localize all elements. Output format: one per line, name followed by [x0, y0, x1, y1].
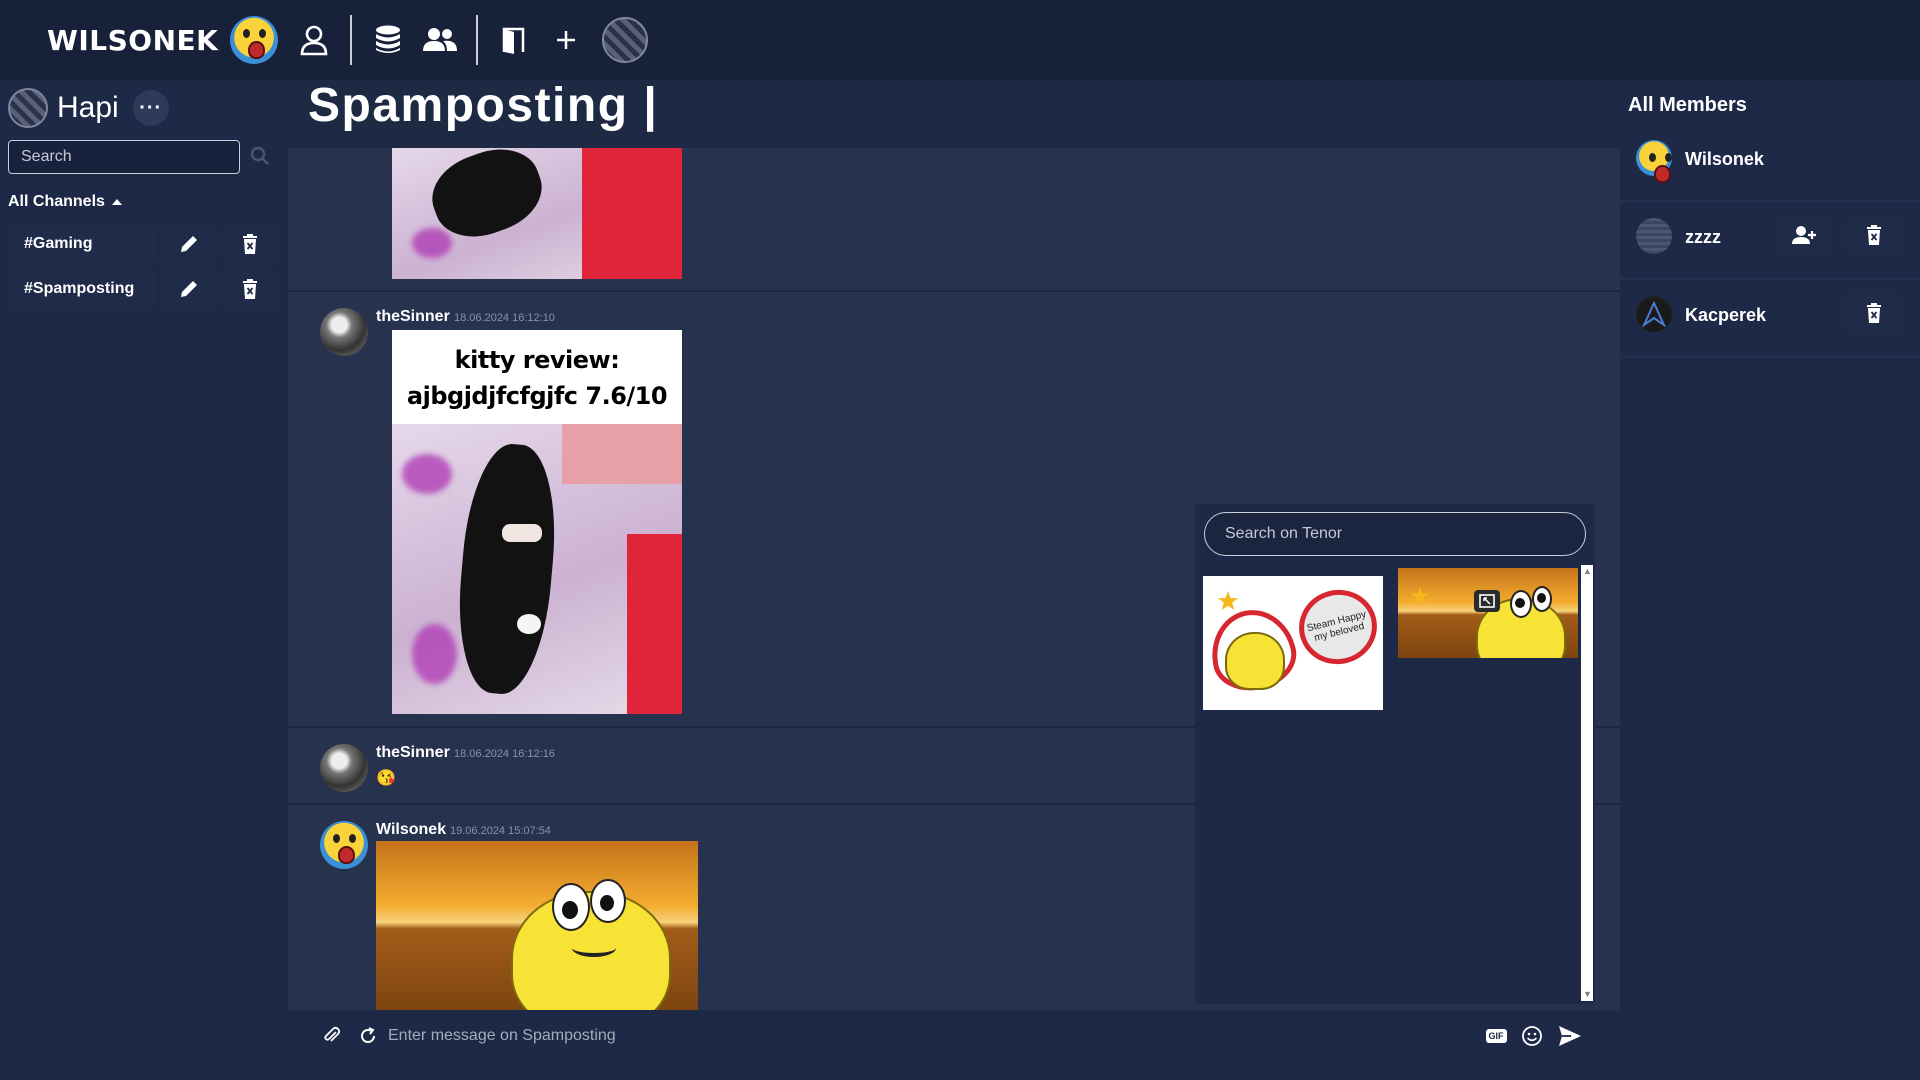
separator	[476, 15, 479, 65]
user-avatar[interactable]	[230, 16, 279, 64]
plus-icon[interactable]	[540, 14, 592, 66]
server-more-button[interactable]: ···	[132, 90, 169, 126]
avatar[interactable]	[320, 308, 368, 356]
emoji-icon[interactable]	[1520, 1024, 1544, 1048]
star-icon[interactable]	[1410, 586, 1430, 606]
gif-picker: Steam Happy my beloved ▲ ▼	[1195, 504, 1595, 1004]
scroll-down-icon[interactable]: ▼	[1583, 989, 1592, 999]
avatar	[1636, 296, 1672, 332]
pencil-icon	[180, 236, 197, 252]
message-content: 😘	[376, 770, 396, 787]
delete-channel-button[interactable]	[222, 224, 279, 264]
channel-search-input[interactable]	[8, 140, 240, 174]
channel-sidebar: Hapi ··· All Channels #Gaming #Spamposti…	[0, 80, 288, 1080]
add-friend-button[interactable]	[1776, 215, 1832, 255]
trash-icon	[243, 234, 258, 254]
expand-icon[interactable]	[1474, 590, 1500, 612]
tenor-search-input[interactable]	[1204, 512, 1586, 556]
door-icon[interactable]	[488, 14, 540, 66]
all-channels-label: All Channels	[8, 193, 105, 210]
members-panel: All Members Wilsonek zzzz Kacperek	[1620, 80, 1920, 1080]
message-timestamp: 18.06.2024 16:12:10	[454, 312, 555, 324]
remove-member-button[interactable]	[1846, 293, 1902, 333]
channel-gaming[interactable]: #Gaming	[8, 224, 155, 264]
avatar[interactable]	[320, 821, 368, 869]
top-bar: WILSONEK	[0, 0, 1920, 80]
send-icon[interactable]	[1558, 1024, 1582, 1048]
gif-label: GIF	[1485, 1029, 1507, 1043]
members-title: All Members	[1628, 94, 1747, 116]
paperclip-icon[interactable]	[320, 1024, 344, 1048]
message-divider	[288, 290, 1620, 292]
avatar	[1636, 218, 1672, 254]
separator	[350, 15, 353, 65]
message-timestamp: 18.06.2024 16:12:16	[454, 748, 555, 760]
caret-up-icon	[111, 199, 122, 205]
avatar[interactable]	[320, 744, 368, 792]
users-icon[interactable]	[414, 14, 466, 66]
gif-tile[interactable]	[1398, 568, 1578, 658]
server-header: Hapi ···	[8, 88, 169, 128]
database-icon[interactable]	[362, 14, 414, 66]
delete-channel-button[interactable]	[222, 269, 279, 309]
server-icon	[8, 88, 48, 128]
member-name: Wilsonek	[1685, 149, 1764, 169]
message-composer: GIF	[304, 1012, 1598, 1060]
gif-scrollbar[interactable]: ▲ ▼	[1581, 565, 1593, 1001]
message-input[interactable]	[388, 1012, 1448, 1060]
trash-icon	[243, 279, 258, 299]
all-channels-toggle[interactable]: All Channels	[8, 193, 123, 211]
avatar	[1636, 140, 1672, 183]
message-author[interactable]: theSinner	[376, 308, 450, 326]
edit-channel-button[interactable]	[160, 269, 217, 309]
channel-spamposting[interactable]: #Spamposting	[8, 269, 155, 309]
message-author[interactable]: Wilsonek	[376, 821, 446, 839]
member-row[interactable]: Kacperek	[1620, 282, 1920, 358]
star-icon[interactable]	[1217, 590, 1239, 612]
channel-title: Spamposting |	[308, 79, 659, 132]
channel-row: #Spamposting	[8, 269, 279, 309]
refresh-icon[interactable]	[356, 1024, 380, 1048]
member-row[interactable]: Wilsonek	[1620, 126, 1920, 202]
gif-tile[interactable]: Steam Happy my beloved	[1203, 576, 1383, 710]
member-row[interactable]: zzzz	[1620, 204, 1920, 280]
server-cube-icon[interactable]	[602, 17, 649, 63]
edit-channel-button[interactable]	[160, 224, 217, 264]
brand-title: WILSONEK	[47, 23, 219, 57]
message-timestamp: 19.06.2024 15:07:54	[450, 825, 551, 837]
scroll-up-icon[interactable]: ▲	[1583, 566, 1592, 576]
member-name: Kacperek	[1685, 305, 1767, 325]
message-image[interactable]: kitty review: ajbgjdjfcfgjfc 7.6/10	[392, 330, 682, 714]
server-name: Hapi	[57, 91, 119, 124]
message-author[interactable]: theSinner	[376, 744, 450, 762]
user-icon[interactable]	[288, 14, 340, 66]
image-caption: kitty review: ajbgjdjfcfgjfc 7.6/10	[406, 346, 668, 410]
pencil-icon	[180, 281, 197, 297]
gif-icon[interactable]: GIF	[1484, 1024, 1508, 1048]
trash-icon	[1867, 225, 1881, 245]
message-image[interactable]	[392, 148, 682, 279]
user-plus-icon	[1792, 226, 1816, 244]
member-name: zzzz	[1685, 227, 1721, 247]
search-icon[interactable]	[250, 146, 270, 171]
trash-icon	[1867, 303, 1881, 323]
message-image[interactable]	[376, 841, 698, 1010]
remove-member-button[interactable]	[1846, 215, 1902, 255]
channel-row: #Gaming	[8, 224, 279, 264]
